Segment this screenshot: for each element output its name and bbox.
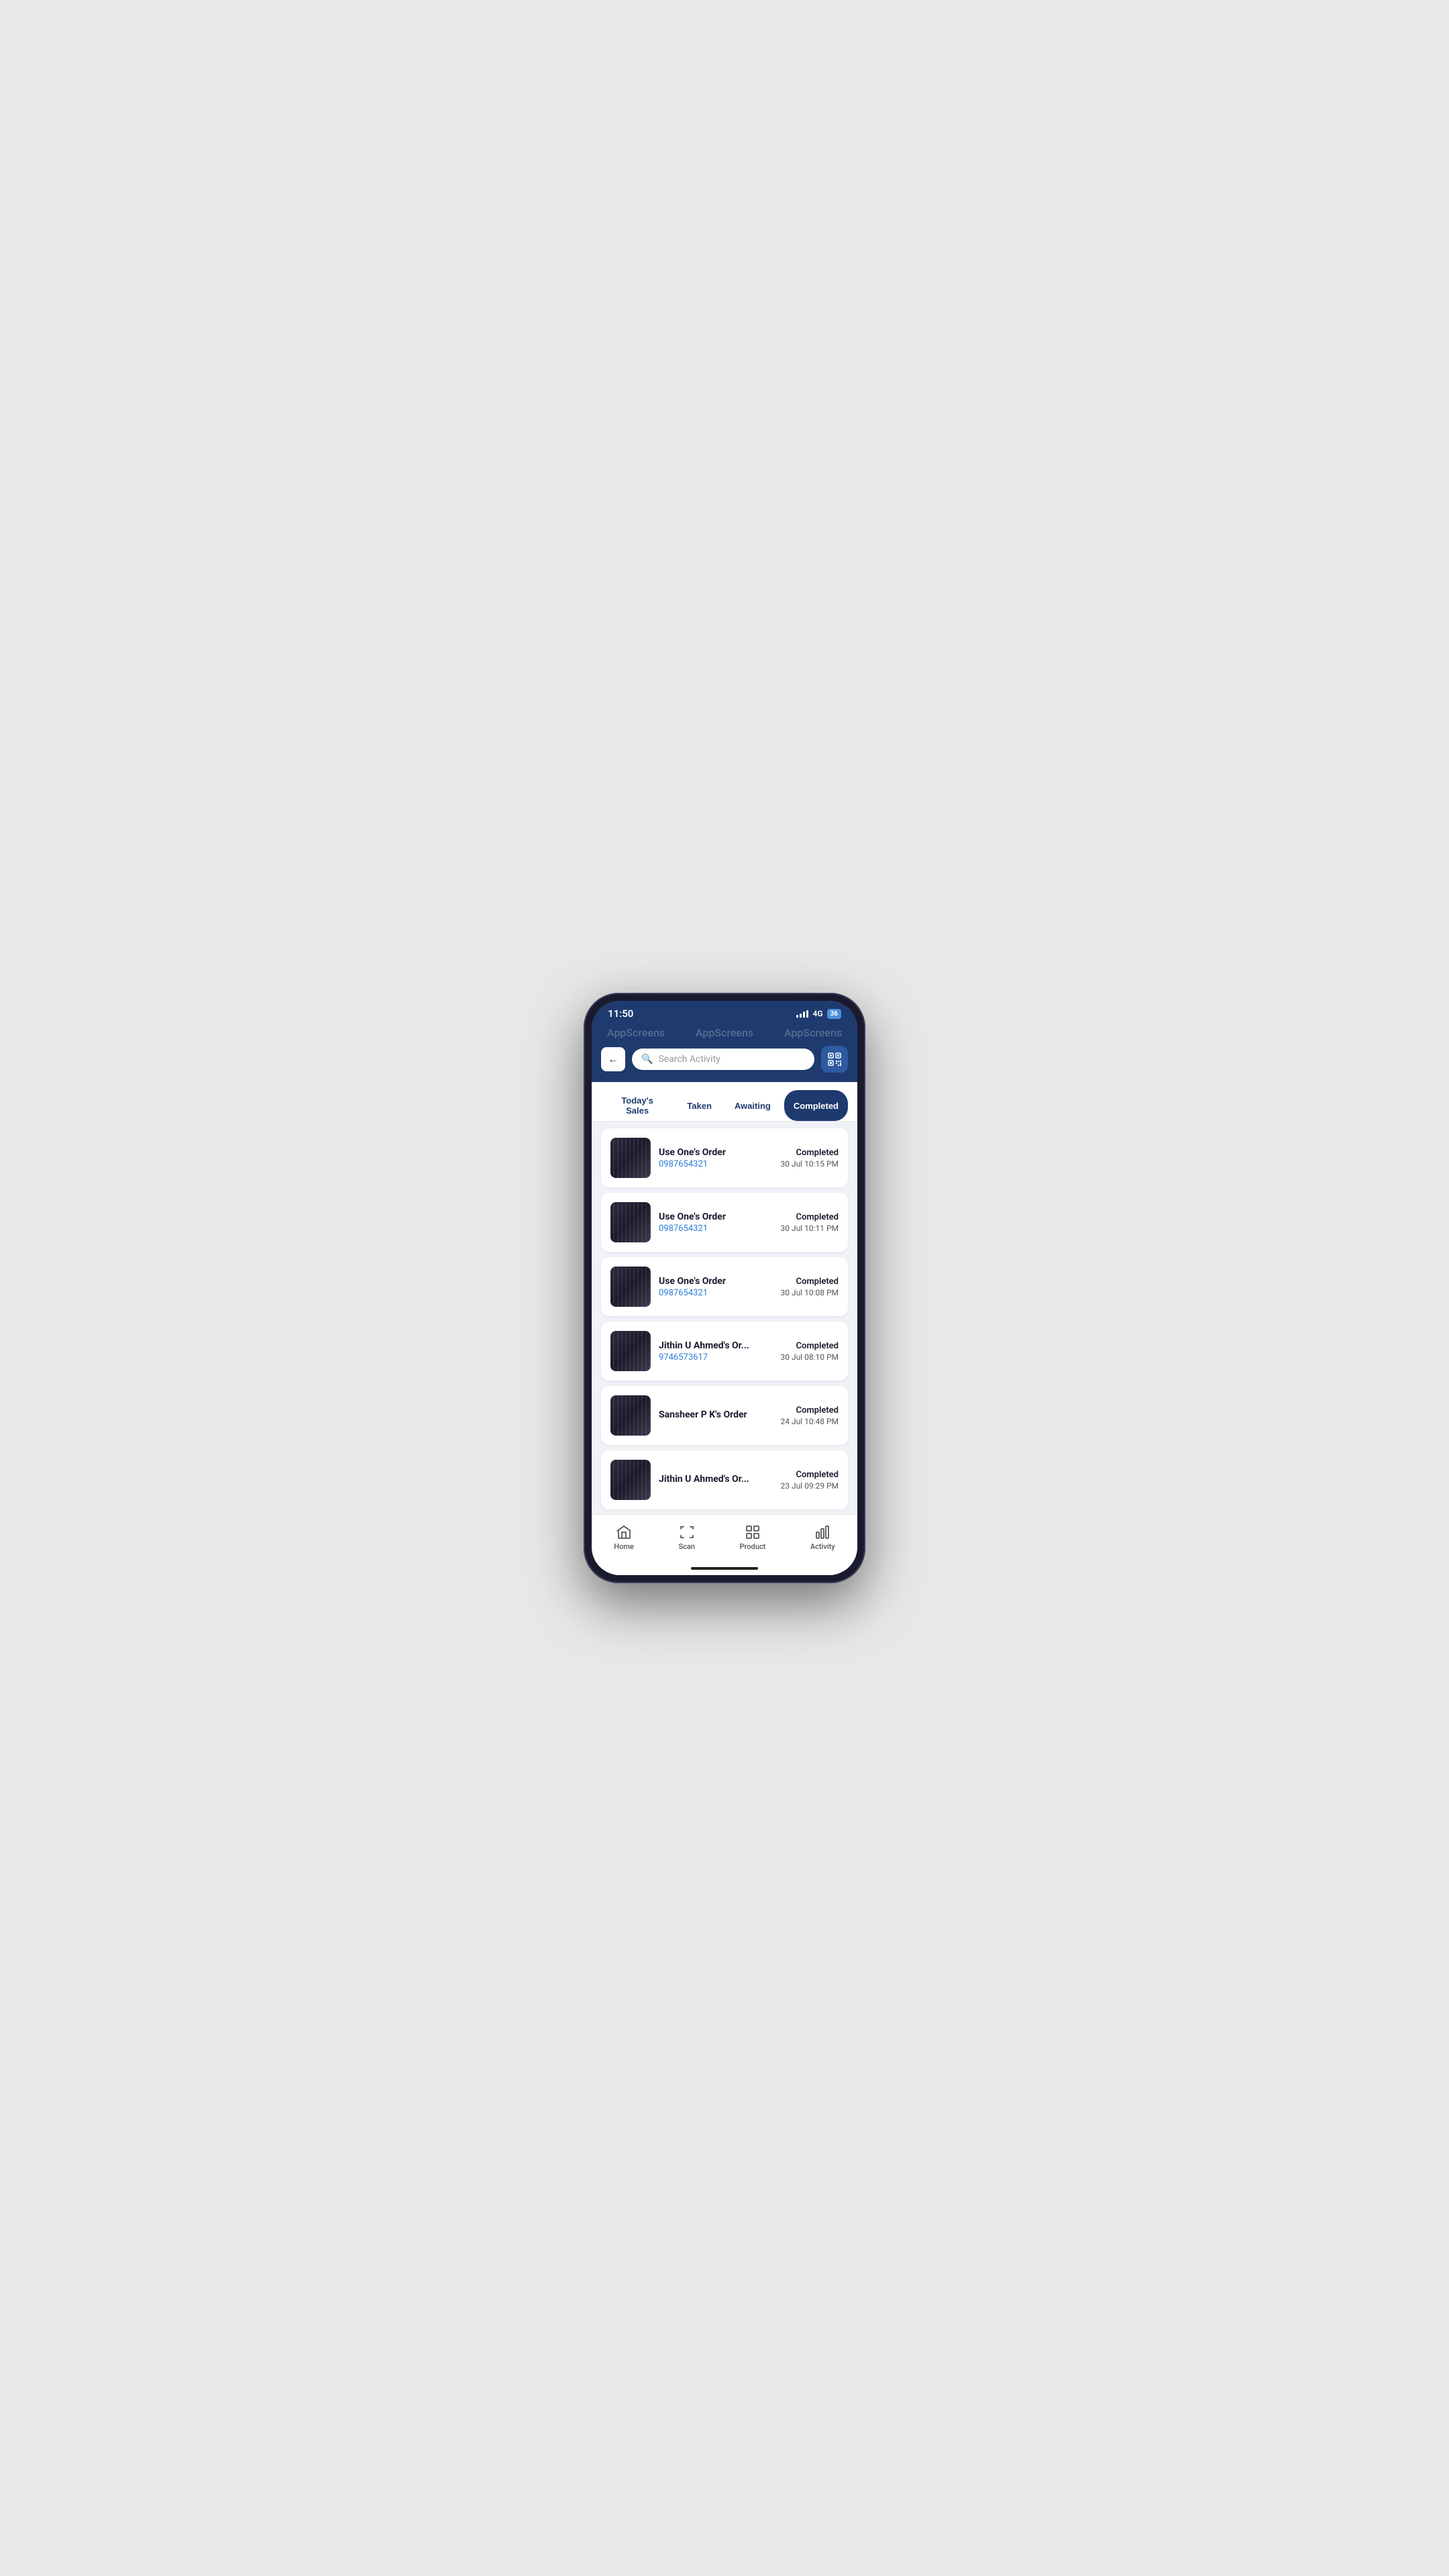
network-label: 4G — [812, 1009, 822, 1018]
order-info-3: Use One's Order 0987654321 — [659, 1276, 772, 1298]
bottom-nav: Home Scan Product — [592, 1514, 857, 1564]
order-info-2: Use One's Order 0987654321 — [659, 1212, 772, 1234]
watermark-2: AppScreens — [696, 1026, 753, 1039]
order-card-3[interactable]: Use One's Order 0987654321 Completed 30 … — [601, 1257, 848, 1316]
order-status-3: Completed — [780, 1277, 839, 1287]
search-placeholder: Search Activity — [658, 1054, 720, 1065]
order-info-4: Jithin U Ahmed's Or... 9746573617 — [659, 1340, 772, 1362]
search-bar[interactable]: 🔍 Search Activity — [632, 1049, 814, 1070]
order-thumbnail-1 — [610, 1138, 651, 1178]
order-status-block-1: Completed 30 Jul 10:15 PM — [780, 1148, 839, 1169]
order-title-1: Use One's Order — [659, 1147, 772, 1158]
status-bar: 11:50 4G 36 — [592, 1001, 857, 1024]
order-card-1[interactable]: Use One's Order 0987654321 Completed 30 … — [601, 1128, 848, 1187]
nav-product-label: Product — [740, 1542, 766, 1551]
order-date-1: 30 Jul 10:15 PM — [780, 1159, 839, 1169]
order-status-block-4: Completed 30 Jul 08:10 PM — [780, 1341, 839, 1362]
order-title-6: Jithin U Ahmed's Or... — [659, 1474, 772, 1485]
order-date-3: 30 Jul 10:08 PM — [780, 1288, 839, 1297]
nav-scan[interactable]: Scan — [666, 1521, 706, 1554]
order-info-1: Use One's Order 0987654321 — [659, 1147, 772, 1169]
order-status-4: Completed — [780, 1341, 839, 1351]
order-card-2[interactable]: Use One's Order 0987654321 Completed 30 … — [601, 1193, 848, 1252]
orders-list: Use One's Order 0987654321 Completed 30 … — [592, 1122, 857, 1514]
nav-home[interactable]: Home — [602, 1521, 646, 1554]
phone-screen: 11:50 4G 36 AppScreens AppScreens AppScr… — [592, 1001, 857, 1575]
tab-todays-sales[interactable]: Today's Sales — [601, 1090, 674, 1121]
order-status-6: Completed — [780, 1470, 839, 1480]
tabs-bar: Today's Sales Taken Awaiting Completed — [592, 1082, 857, 1122]
order-card-5[interactable]: Sansheer P K's Order Completed 24 Jul 10… — [601, 1386, 848, 1445]
qr-button[interactable] — [821, 1046, 848, 1073]
order-phone-1: 0987654321 — [659, 1159, 772, 1169]
order-date-5: 24 Jul 10:48 PM — [780, 1417, 839, 1426]
order-info-5: Sansheer P K's Order — [659, 1409, 772, 1421]
header: ← 🔍 Search Activity — [592, 1039, 857, 1082]
order-thumbnail-5 — [610, 1395, 651, 1436]
order-status-1: Completed — [780, 1148, 839, 1158]
watermark-1: AppScreens — [607, 1026, 665, 1039]
nav-activity-label: Activity — [810, 1542, 835, 1551]
order-phone-2: 0987654321 — [659, 1224, 772, 1234]
order-status-block-2: Completed 30 Jul 10:11 PM — [780, 1212, 839, 1233]
battery-badge: 36 — [827, 1009, 841, 1019]
phone-device: 11:50 4G 36 AppScreens AppScreens AppScr… — [584, 993, 865, 1583]
order-thumbnail-2 — [610, 1202, 651, 1242]
nav-activity[interactable]: Activity — [798, 1521, 847, 1554]
qr-icon — [828, 1053, 841, 1066]
nav-product[interactable]: Product — [728, 1521, 778, 1554]
home-bar — [691, 1567, 758, 1570]
status-icons: 4G 36 — [796, 1009, 841, 1019]
nav-scan-label: Scan — [678, 1542, 694, 1551]
order-status-2: Completed — [780, 1212, 839, 1222]
tab-awaiting[interactable]: Awaiting — [725, 1090, 780, 1121]
order-status-5: Completed — [780, 1405, 839, 1415]
tab-completed[interactable]: Completed — [784, 1090, 848, 1121]
order-status-block-6: Completed 23 Jul 09:29 PM — [780, 1470, 839, 1491]
scan-icon — [679, 1524, 695, 1540]
order-title-2: Use One's Order — [659, 1212, 772, 1222]
watermark-3: AppScreens — [784, 1026, 842, 1039]
order-phone-3: 0987654321 — [659, 1288, 772, 1298]
order-card-6[interactable]: Jithin U Ahmed's Or... Completed 23 Jul … — [601, 1450, 848, 1509]
order-date-4: 30 Jul 08:10 PM — [780, 1352, 839, 1362]
signal-icon — [796, 1010, 808, 1018]
order-date-6: 23 Jul 09:29 PM — [780, 1481, 839, 1491]
order-info-6: Jithin U Ahmed's Or... — [659, 1474, 772, 1486]
order-status-block-5: Completed 24 Jul 10:48 PM — [780, 1405, 839, 1426]
order-title-4: Jithin U Ahmed's Or... — [659, 1340, 772, 1351]
back-arrow-icon: ← — [608, 1053, 619, 1066]
status-time: 11:50 — [608, 1008, 633, 1020]
order-thumbnail-4 — [610, 1331, 651, 1371]
home-icon — [616, 1524, 632, 1540]
watermark-area: AppScreens AppScreens AppScreens — [592, 1024, 857, 1039]
home-indicator — [592, 1564, 857, 1575]
order-date-2: 30 Jul 10:11 PM — [780, 1224, 839, 1233]
order-thumbnail-6 — [610, 1460, 651, 1500]
order-phone-4: 9746573617 — [659, 1352, 772, 1362]
nav-home-label: Home — [614, 1542, 634, 1551]
order-title-5: Sansheer P K's Order — [659, 1409, 772, 1420]
tab-taken[interactable]: Taken — [678, 1090, 721, 1121]
order-thumbnail-3 — [610, 1267, 651, 1307]
order-status-block-3: Completed 30 Jul 10:08 PM — [780, 1277, 839, 1297]
order-card-4[interactable]: Jithin U Ahmed's Or... 9746573617 Comple… — [601, 1322, 848, 1381]
search-icon: 🔍 — [641, 1054, 653, 1065]
back-button[interactable]: ← — [601, 1047, 625, 1071]
product-icon — [745, 1524, 761, 1540]
activity-icon — [814, 1524, 830, 1540]
order-title-3: Use One's Order — [659, 1276, 772, 1287]
